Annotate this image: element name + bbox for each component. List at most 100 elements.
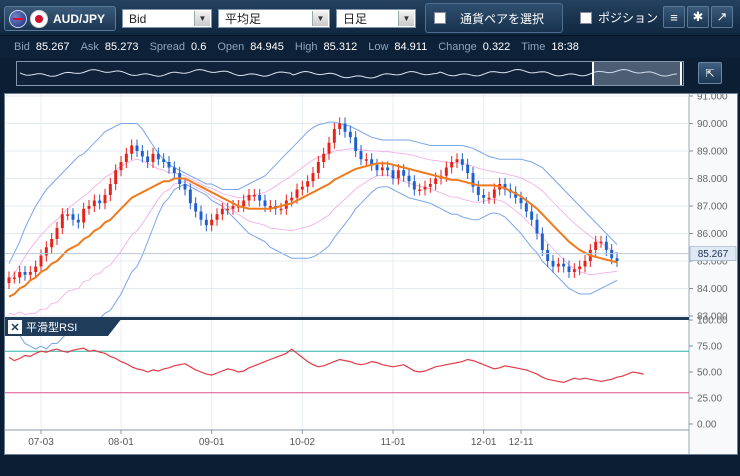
candle-body bbox=[455, 159, 459, 162]
candle-body bbox=[546, 250, 550, 261]
price-type-value: Bid bbox=[129, 11, 147, 26]
candle-body bbox=[386, 167, 390, 171]
candle-body bbox=[300, 186, 304, 190]
currency-pair-button[interactable]: AUD/JPY bbox=[4, 6, 116, 31]
quote-value-low: 84.911 bbox=[394, 41, 428, 53]
currency-pair-label: AUD/JPY bbox=[53, 11, 106, 26]
candle-body bbox=[359, 151, 363, 160]
candle-body bbox=[348, 131, 352, 138]
candle-body bbox=[183, 184, 187, 190]
candle-body bbox=[268, 206, 272, 208]
gear-icon[interactable]: ✱ bbox=[687, 6, 709, 28]
chart-app: AUD/JPY Bid ▼ 平均足 ▼ 日足 ▼ 通貨ペアを選択 ポジション ≡… bbox=[0, 0, 740, 476]
x-tick-label: 12-11 bbox=[509, 437, 534, 448]
chart-navigator[interactable] bbox=[16, 61, 684, 86]
candle-body bbox=[130, 145, 134, 154]
x-tick-label: 08-01 bbox=[108, 437, 134, 448]
candle-body bbox=[418, 189, 422, 191]
position-label: ポジション bbox=[598, 11, 659, 25]
candle-body bbox=[252, 195, 256, 197]
price-tick-label: 87.000 bbox=[697, 202, 728, 213]
candle-body bbox=[290, 197, 294, 201]
close-icon[interactable]: ✕ bbox=[8, 320, 22, 334]
quote-value-high: 85.312 bbox=[323, 41, 358, 53]
candle-body bbox=[524, 203, 528, 212]
candle-body bbox=[172, 167, 176, 173]
x-tick-label: 07-03 bbox=[28, 437, 54, 448]
candle-body bbox=[364, 159, 368, 161]
quote-bar: Bid 85.267 Ask 85.273 Spread 0.6 Open 84… bbox=[0, 36, 740, 58]
pair-select-button[interactable]: 通貨ペアを選択 bbox=[425, 3, 563, 33]
candle-body bbox=[460, 159, 464, 165]
chart-type-select[interactable]: 平均足 ▼ bbox=[218, 9, 330, 28]
quote-label-low: Low bbox=[368, 41, 389, 53]
australia-flag-icon bbox=[9, 9, 27, 28]
candle-body bbox=[599, 241, 603, 244]
navigator-window-handle[interactable] bbox=[592, 62, 682, 85]
current-price-label: 85.267 bbox=[698, 249, 729, 260]
x-tick-label: 10-02 bbox=[290, 437, 316, 448]
position-checkbox[interactable] bbox=[580, 11, 592, 24]
price-tick-label: 90.000 bbox=[697, 119, 728, 130]
candle-body bbox=[7, 277, 11, 283]
chart-area[interactable]: 91.000 90.000 89.000 88.000 87.000 86.000 85.0… bbox=[4, 92, 738, 455]
candle-body bbox=[151, 153, 155, 162]
price-type-select[interactable]: Bid ▼ bbox=[122, 9, 212, 28]
chevron-down-icon[interactable]: ▼ bbox=[194, 11, 210, 26]
candle-body bbox=[407, 175, 411, 182]
price-tick-label: 88.000 bbox=[697, 174, 728, 185]
rsi-tick-label: 0.00 bbox=[697, 420, 717, 431]
candle-body bbox=[487, 197, 491, 200]
candle-body bbox=[114, 170, 118, 184]
candle-body bbox=[615, 258, 619, 261]
candle-body bbox=[263, 200, 267, 206]
quote-value-open: 84.945 bbox=[250, 41, 284, 53]
candle-body bbox=[103, 195, 107, 204]
quote-label-time: Time bbox=[521, 41, 546, 53]
candle-body bbox=[578, 266, 582, 270]
candle-body bbox=[316, 162, 320, 173]
price-tick-label: 91.000 bbox=[697, 94, 728, 103]
candle-body bbox=[162, 159, 166, 162]
candle-body bbox=[258, 195, 262, 201]
candle-body bbox=[194, 203, 198, 212]
x-tick-label: 12-01 bbox=[471, 437, 497, 448]
scroll-to-latest-icon[interactable]: ⇱ bbox=[698, 62, 722, 84]
timeframe-select[interactable]: 日足 ▼ bbox=[336, 9, 416, 28]
timeframe-value: 日足 bbox=[343, 12, 368, 26]
pair-select-checkbox[interactable] bbox=[434, 12, 446, 24]
menu-icon[interactable]: ≡ bbox=[663, 6, 685, 28]
candle-body bbox=[322, 153, 326, 162]
price-chart[interactable]: 91.00090.00089.00088.00087.00086.00085.0… bbox=[5, 92, 737, 454]
candle-body bbox=[306, 181, 310, 187]
candle-body bbox=[215, 214, 219, 220]
quote-value-bid: 85.267 bbox=[35, 41, 70, 53]
quote-label-spread: Spread bbox=[149, 41, 186, 53]
quote-value-time: 18:38 bbox=[551, 41, 579, 53]
candle-body bbox=[98, 200, 102, 204]
navigator-sparkline bbox=[19, 68, 678, 79]
candle-body bbox=[34, 266, 38, 272]
chevron-down-icon[interactable]: ▼ bbox=[398, 11, 414, 26]
quote-label-bid: Bid bbox=[14, 41, 30, 53]
rsi-tick-label: 100.00 bbox=[697, 316, 728, 327]
candle-body bbox=[396, 170, 400, 179]
candle-body bbox=[135, 145, 139, 151]
price-tick-label: 89.000 bbox=[697, 147, 728, 158]
quote-label-ask: Ask bbox=[80, 41, 99, 53]
popout-icon[interactable]: ↗ bbox=[711, 6, 733, 28]
candle-body bbox=[332, 129, 336, 143]
candle-body bbox=[604, 241, 608, 250]
candle-body bbox=[594, 241, 598, 250]
quote-value-spread: 0.6 bbox=[191, 41, 207, 53]
candle-body bbox=[530, 211, 534, 220]
chart-type-value: 平均足 bbox=[225, 12, 262, 26]
candle-body bbox=[231, 206, 235, 209]
rsi-panel-header: ✕ 平滑型RSI bbox=[5, 318, 122, 336]
candle-body bbox=[434, 178, 438, 184]
candle-body bbox=[55, 228, 59, 239]
chevron-down-icon[interactable]: ▼ bbox=[312, 11, 328, 26]
candle-body bbox=[28, 272, 32, 275]
position-toggle[interactable]: ポジション bbox=[580, 9, 658, 26]
candle-body bbox=[140, 151, 144, 157]
